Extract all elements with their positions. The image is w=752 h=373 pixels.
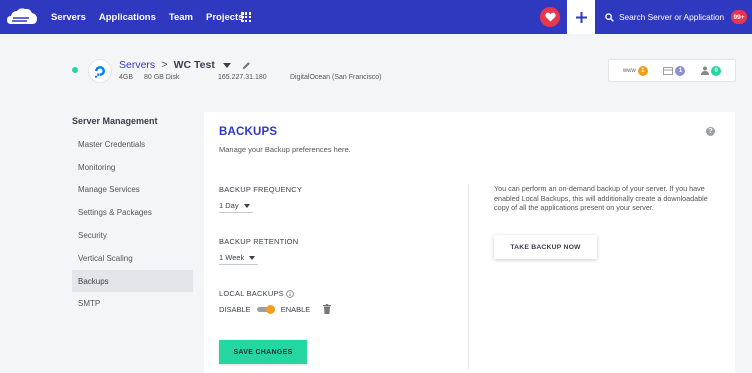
users-count: 0 — [711, 65, 722, 76]
sidebar-title: Server Management — [72, 116, 158, 126]
server-provider: DigitalOcean (San Francisco) — [290, 74, 382, 81]
www-label: www — [622, 67, 636, 74]
server-ip: 165.227.31.180 — [218, 74, 267, 81]
backup-retention-select[interactable]: 1 Week — [219, 251, 259, 265]
local-backups-label: LOCAL BACKUPS — [219, 289, 284, 298]
info-icon[interactable] — [286, 289, 294, 298]
server-disk: 80 GB Disk — [144, 74, 180, 81]
server-ram: 4GB — [119, 74, 134, 81]
sidebar-item-security[interactable]: Security — [72, 224, 193, 246]
breadcrumb-separator: > — [161, 59, 168, 71]
stat-apps[interactable]: www 1 — [622, 65, 648, 76]
apps-count: 1 — [637, 65, 648, 76]
backups-panel: BACKUPS Manage your Backup preferences h… — [204, 112, 735, 373]
sidebar-item-settings-packages[interactable]: Settings & Packages — [72, 201, 193, 223]
panel-divider — [468, 184, 469, 369]
take-backup-now-button[interactable]: TAKE BACKUP NOW — [494, 235, 597, 259]
nav-servers[interactable]: Servers — [51, 12, 86, 23]
search-icon — [605, 12, 614, 22]
nav-projects[interactable]: Projects — [206, 12, 244, 23]
sidebar-item-master-credentials[interactable]: Master Credentials — [72, 133, 193, 155]
plus-icon — [575, 11, 587, 23]
backup-retention-label: BACKUP RETENTION — [219, 237, 299, 246]
search-box[interactable]: Search Server or Application — [605, 0, 724, 34]
server-stats: www 1 1 0 — [608, 59, 736, 82]
local-backups-label-row: LOCAL BACKUPS — [219, 289, 294, 298]
grid-icon[interactable] — [241, 12, 251, 22]
sidebar-item-backups[interactable]: Backups — [72, 270, 193, 292]
server-status-dot — [72, 67, 78, 73]
digitalocean-icon — [88, 59, 112, 83]
chevron-down-icon — [249, 255, 256, 260]
nav-team[interactable]: Team — [169, 12, 193, 23]
panel-subtitle: Manage your Backup preferences here. — [219, 145, 351, 154]
chevron-down-icon — [243, 203, 250, 208]
search-label[interactable]: Search Server or Application — [619, 12, 724, 22]
backup-frequency-label: BACKUP FREQUENCY — [219, 185, 303, 194]
disable-label: DISABLE — [219, 304, 251, 314]
backup-frequency-select[interactable]: 1 Day — [219, 199, 253, 213]
server-switch-caret-icon[interactable] — [222, 62, 231, 68]
nav-applications[interactable]: Applications — [99, 12, 156, 23]
help-icon[interactable]: ? — [706, 127, 715, 136]
sidebar-item-monitoring[interactable]: Monitoring — [72, 156, 193, 178]
local-backups-toggle-row: DISABLE ENABLE — [219, 304, 332, 314]
sidebar-item-vertical-scaling[interactable]: Vertical Scaling — [72, 247, 193, 269]
sidebar-item-manage-services[interactable]: Manage Services — [72, 178, 193, 200]
favorite-button[interactable] — [540, 7, 560, 27]
cloud-logo-icon[interactable] — [7, 7, 37, 27]
heart-icon — [544, 12, 556, 22]
enable-label: ENABLE — [280, 304, 311, 314]
database-icon — [663, 66, 674, 75]
server-name: WC Test — [173, 59, 215, 71]
backup-retention-value: 1 Week — [219, 253, 245, 262]
trash-icon[interactable] — [323, 304, 332, 314]
stat-databases[interactable]: 1 — [663, 65, 686, 76]
add-button[interactable] — [567, 0, 595, 34]
sidebar-item-smtp[interactable]: SMTP — [72, 292, 193, 314]
local-backups-toggle[interactable] — [256, 304, 275, 314]
edit-pencil-icon[interactable] — [242, 61, 251, 70]
breadcrumb-servers[interactable]: Servers — [119, 59, 155, 71]
user-icon — [701, 66, 710, 75]
databases-count: 1 — [675, 65, 686, 76]
backup-info-text: You can perform an on-demand backup of y… — [494, 184, 708, 212]
backup-frequency-value: 1 Day — [219, 201, 239, 210]
panel-title: BACKUPS — [219, 126, 278, 138]
notification-badge[interactable]: 99+ — [731, 10, 747, 24]
breadcrumb: Servers > WC Test — [119, 59, 251, 71]
stat-users[interactable]: 0 — [701, 65, 722, 76]
save-changes-button[interactable]: SAVE CHANGES — [219, 340, 307, 364]
main-nav: Servers Applications Team Projects — [51, 0, 244, 34]
top-navbar: Servers Applications Team Projects Searc… — [0, 0, 752, 34]
